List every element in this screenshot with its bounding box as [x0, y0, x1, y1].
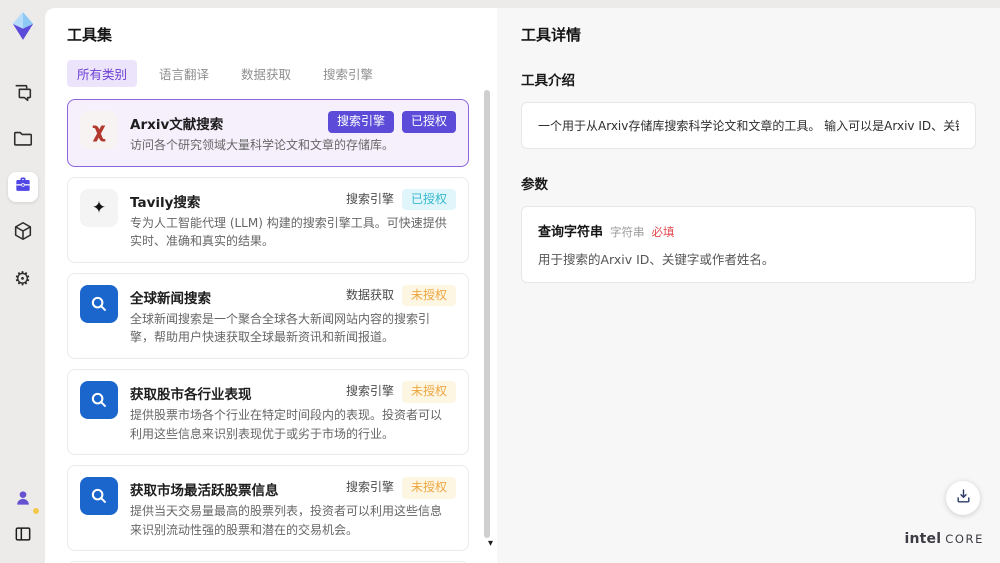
tool-description: 全球新闻搜索是一个聚合全球各大新闻网站内容的搜索引擎，帮助用户快速获取全球最新资… [130, 311, 431, 345]
params-heading: 参数 [521, 177, 548, 193]
sidebar-item-models[interactable] [8, 218, 38, 248]
tool-card-list: χ Arxiv文献搜索 搜索引擎 已授权 访问各个研究领域大量科学论文和文章的存… [67, 99, 497, 563]
cube-icon [12, 220, 34, 246]
user-avatar[interactable] [8, 485, 39, 515]
sidebar-bottom [8, 485, 39, 551]
news-search-icon [80, 284, 118, 323]
sidebar-item-chat[interactable] [8, 80, 38, 110]
tab-all-categories[interactable]: 所有类别 [67, 60, 138, 87]
param-box: 查询字符串 字符串 必填 用于搜索的Arxiv ID、关键字或作者姓名。 [521, 206, 976, 283]
tool-card-sector-performance[interactable]: 获取股市各行业表现 搜索引擎 未授权 提供股票市场各个行业在特定时间段内的表现。… [67, 368, 469, 456]
param-type: 字符串 [610, 225, 645, 239]
tool-name: 全球新闻搜索 [130, 290, 211, 307]
download-icon [955, 488, 972, 509]
tab-data-fetch[interactable]: 数据获取 [231, 60, 301, 87]
app-logo-gem-icon [7, 10, 39, 42]
category-label: 搜索引擎 [345, 191, 394, 206]
tool-description: 访问各个研究领域大量科学论文和文章的存储库。 [130, 138, 395, 152]
gear-icon: ⚙ [13, 267, 32, 290]
news-search-icon [80, 477, 118, 516]
category-tabs: 所有类别 语言翻译 数据获取 搜索引擎 [67, 60, 497, 87]
intel-core-logo: intel core [904, 531, 984, 547]
category-label: 搜索引擎 [345, 383, 394, 398]
arxiv-glyph: χ [92, 118, 106, 142]
intro-text: 一个用于从Arxiv存储库搜索科学论文和文章的工具。 输入可以是Arxiv ID… [538, 119, 959, 133]
tool-description: 专为人工智能代理 (LLM) 构建的搜索引擎工具。可快速提供实时、准确和真实的结… [130, 215, 447, 249]
auth-status-badge: 未授权 [401, 284, 456, 307]
list-scrollbar-thumb[interactable] [484, 90, 490, 538]
sidebar-item-settings[interactable]: ⚙ [8, 264, 38, 294]
param-name: 查询字符串 [538, 225, 604, 240]
folder-icon [12, 128, 34, 154]
tool-detail-panel: 工具详情 工具介绍 一个用于从Arxiv存储库搜索科学论文和文章的工具。 输入可… [497, 8, 1000, 563]
toolbox-icon [13, 175, 33, 199]
intro-heading: 工具介绍 [521, 73, 575, 89]
user-icon [13, 488, 33, 512]
tool-card-tavily[interactable]: ✦ Tavily搜索 搜索引擎 已授权 专为人工智能代理 (LLM) 构建的搜索… [67, 176, 469, 263]
tool-card-most-active-stocks[interactable]: 获取市场最活跃股票信息 搜索引擎 未授权 提供当天交易量最高的股票列表，投资者可… [67, 465, 469, 552]
tool-description: 提供股票市场各个行业在特定时间段内的表现。投资者可以利用这些信息来识别表现优于或… [130, 407, 443, 441]
tavily-star-icon: ✦ [80, 188, 118, 227]
intro-box: 一个用于从Arxiv存储库搜索科学论文和文章的工具。 输入可以是Arxiv ID… [521, 102, 976, 149]
sidebar-nav: ⚙ [7, 80, 38, 294]
category-badge: 搜索引擎 [327, 111, 394, 133]
auth-status-badge: 未授权 [401, 380, 456, 403]
tab-search-engine[interactable]: 搜索引擎 [313, 60, 383, 87]
tool-list-panel: 工具集 所有类别 语言翻译 数据获取 搜索引擎 χ Arxiv文献搜索 搜索引擎… [45, 8, 497, 563]
auth-status-badge: 已授权 [401, 111, 456, 133]
tab-language-translation[interactable]: 语言翻译 [149, 60, 219, 87]
tavily-glyph: ✦ [91, 197, 107, 218]
sidebar-item-files[interactable] [8, 126, 38, 156]
tool-name: 获取市场最活跃股票信息 [130, 483, 279, 500]
panel-toggle-button[interactable] [8, 521, 38, 551]
status-dot [32, 508, 39, 514]
news-search-icon [80, 380, 118, 419]
tool-card-global-news[interactable]: 全球新闻搜索 数据获取 未授权 全球新闻搜索是一个聚合全球各大新闻网站内容的搜索… [67, 272, 469, 359]
brand-core-text: core [945, 532, 984, 546]
arxiv-logo-icon: χ [80, 111, 118, 149]
panel-toggle-icon [13, 524, 33, 548]
detail-title: 工具详情 [521, 26, 582, 44]
param-description: 用于搜索的Arxiv ID、关键字或作者姓名。 [538, 252, 775, 267]
tool-name: Tavily搜索 [130, 194, 201, 211]
category-label: 搜索引擎 [345, 480, 394, 495]
main-content: 工具集 所有类别 语言翻译 数据获取 搜索引擎 χ Arxiv文献搜索 搜索引擎… [45, 0, 1000, 563]
scroll-down-arrow-icon[interactable]: ▾ [488, 539, 493, 549]
tool-card-arxiv[interactable]: χ Arxiv文献搜索 搜索引擎 已授权 访问各个研究领域大量科学论文和文章的存… [67, 99, 469, 167]
auth-status-badge: 已授权 [401, 188, 456, 211]
sidebar-rail: ⚙ [0, 0, 45, 563]
tool-description: 提供当天交易量最高的股票列表，投资者可以利用这些信息来识别流动性强的股票和潜在的… [130, 504, 443, 537]
app-window: ⚙ 工具集 所有类别 语言翻译 数据获取 搜索引擎 χ Arxiv文献搜索 搜索… [0, 0, 1000, 563]
category-label: 数据获取 [345, 287, 394, 302]
tool-name: 获取股市各行业表现 [130, 386, 252, 403]
page-title: 工具集 [67, 26, 113, 44]
chat-icon [12, 82, 34, 108]
brand-intel-text: intel [904, 531, 942, 547]
sidebar-item-tools[interactable] [7, 172, 38, 202]
param-required-flag: 必填 [651, 225, 675, 239]
auth-status-badge: 未授权 [401, 477, 456, 499]
tool-name: Arxiv文献搜索 [130, 117, 224, 133]
download-button[interactable] [946, 481, 980, 515]
